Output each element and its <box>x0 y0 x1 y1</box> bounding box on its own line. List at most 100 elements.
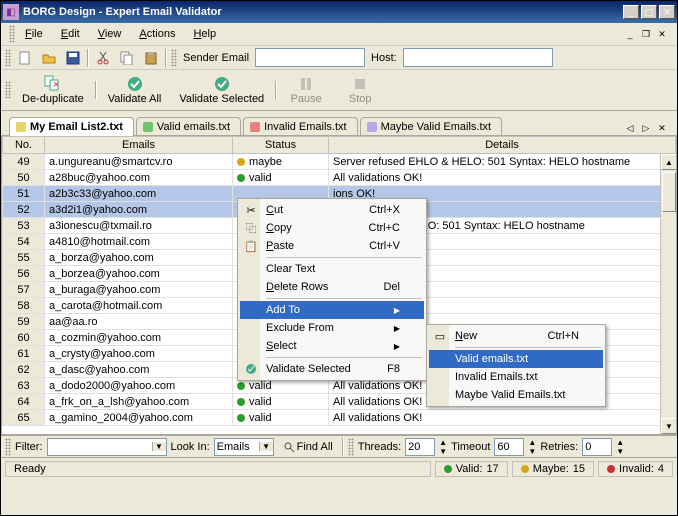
dedup-label: De-duplicate <box>22 93 84 105</box>
validate-all-button[interactable]: Validate All <box>101 73 169 107</box>
stop-button[interactable]: Stop <box>335 73 385 107</box>
pause-button[interactable]: Pause <box>281 73 331 107</box>
row-number: 63 <box>3 378 45 394</box>
sm-valid[interactable]: Valid emails.txt <box>429 350 603 368</box>
cm-cut[interactable]: ✂ CutCtrl+X <box>240 201 424 219</box>
cell-status: valid <box>233 410 329 426</box>
cm-select[interactable]: Select▶ <box>240 337 424 355</box>
threads-input[interactable] <box>405 438 435 456</box>
scroll-up-icon[interactable]: ▲ <box>661 154 677 170</box>
status-valid: Valid: 17 <box>435 461 508 477</box>
new-icon[interactable] <box>15 48 35 68</box>
tab[interactable]: Invalid Emails.txt <box>243 117 358 136</box>
table-row[interactable]: 49 a.ungureanu@smartcv.ro maybe Server r… <box>3 154 676 170</box>
vertical-scrollbar[interactable]: ▲ ▼ <box>660 154 676 434</box>
grip <box>171 49 177 67</box>
tab-label: My Email List2.txt <box>30 121 123 133</box>
col-emails[interactable]: Emails <box>45 137 233 154</box>
menu-help[interactable]: Help <box>185 26 224 42</box>
tab-prev-icon[interactable]: ◁ <box>623 121 637 135</box>
sm-invalid[interactable]: Invalid Emails.txt <box>429 368 603 386</box>
led-yellow-icon <box>521 465 529 473</box>
validate-selected-button[interactable]: Validate Selected <box>172 73 271 107</box>
maximize-button[interactable]: ▢ <box>641 5 657 19</box>
cm-clear[interactable]: Clear Text <box>240 260 424 278</box>
menu-actions[interactable]: Actions <box>131 26 183 42</box>
col-details[interactable]: Details <box>329 137 676 154</box>
sm-new[interactable]: ▭ NewCtrl+N <box>429 327 603 345</box>
threads-spinner[interactable]: ▲▼ <box>439 438 447 456</box>
row-number: 62 <box>3 362 45 378</box>
scroll-thumb[interactable] <box>662 172 676 212</box>
find-all-button[interactable]: Find All <box>278 437 338 457</box>
cm-validate-selected[interactable]: Validate SelectedF8 <box>240 360 424 378</box>
status-bar: Ready Valid: 17 Maybe: 15 Invalid: 4 <box>1 457 677 479</box>
save-icon[interactable] <box>63 48 83 68</box>
svg-text:×: × <box>53 79 59 91</box>
cell-email: a28buc@yahoo.com <box>45 170 233 186</box>
cell-email: a_borzea@yahoo.com <box>45 266 233 282</box>
cut-icon[interactable] <box>93 48 113 68</box>
menu-edit[interactable]: Edit <box>53 26 88 42</box>
row-number: 59 <box>3 314 45 330</box>
row-number: 51 <box>3 186 45 202</box>
menu-view[interactable]: View <box>90 26 130 42</box>
cell-details: Server refused EHLO & HELO: 501 Syntax: … <box>329 154 676 170</box>
close-button[interactable]: ✕ <box>659 5 675 19</box>
tab[interactable]: Valid emails.txt <box>136 117 241 136</box>
lookin-combo[interactable]: Emails▼ <box>214 438 274 456</box>
mdi-restore[interactable]: ❐ <box>639 28 653 40</box>
tab-label: Maybe Valid Emails.txt <box>381 121 491 133</box>
stop-label: Stop <box>349 93 372 105</box>
cm-copy[interactable]: ⿻ CopyCtrl+C <box>240 219 424 237</box>
menu-file[interactable]: File <box>17 26 51 42</box>
sender-email-input[interactable] <box>255 48 365 67</box>
timeout-label: Timeout <box>451 441 490 453</box>
status-led-icon <box>237 158 245 166</box>
table-row[interactable]: 65 a_gamino_2004@yahoo.com valid All val… <box>3 410 676 426</box>
sm-maybe[interactable]: Maybe Valid Emails.txt <box>429 386 603 404</box>
row-number: 55 <box>3 250 45 266</box>
paste-icon[interactable] <box>141 48 161 68</box>
title-bar: ◧ BORG Design - Expert Email Validator _… <box>1 1 677 23</box>
de-duplicate-button[interactable]: × De-duplicate <box>15 73 91 107</box>
scroll-down-icon[interactable]: ▼ <box>661 418 677 434</box>
retries-spinner[interactable]: ▲▼ <box>616 438 624 456</box>
copy-icon[interactable] <box>117 48 137 68</box>
tab[interactable]: My Email List2.txt <box>9 117 134 136</box>
open-icon[interactable] <box>39 48 59 68</box>
tab[interactable]: Maybe Valid Emails.txt <box>360 117 502 136</box>
cm-paste[interactable]: 📋 PasteCtrl+V <box>240 237 424 255</box>
col-no[interactable]: No. <box>3 137 45 154</box>
timeout-spinner[interactable]: ▲▼ <box>528 438 536 456</box>
filter-label: Filter: <box>15 441 43 453</box>
cell-email: a3d2i1@yahoo.com <box>45 202 233 218</box>
status-led-icon <box>237 398 245 406</box>
table-row[interactable]: 50 a28buc@yahoo.com valid All validation… <box>3 170 676 186</box>
filter-combo[interactable]: ▼ <box>47 438 167 456</box>
cm-add-to[interactable]: Add To▶ <box>240 301 424 319</box>
tab-close-icon[interactable]: ✕ <box>655 121 669 135</box>
retries-input[interactable] <box>582 438 612 456</box>
tab-label: Valid emails.txt <box>157 121 230 133</box>
minimize-button[interactable]: _ <box>623 5 639 19</box>
mdi-minimize[interactable]: _ <box>623 28 637 40</box>
host-input[interactable] <box>403 48 553 67</box>
col-status[interactable]: Status <box>233 137 329 154</box>
validate-all-label: Validate All <box>108 93 162 105</box>
cell-status: maybe <box>233 154 329 170</box>
cell-status: valid <box>233 394 329 410</box>
status-led-icon <box>237 382 245 390</box>
led-red-icon <box>607 465 615 473</box>
cell-email: a3ionescu@txmail.ro <box>45 218 233 234</box>
cell-email: a_cozmin@yahoo.com <box>45 330 233 346</box>
cell-email: a_dodo2000@yahoo.com <box>45 378 233 394</box>
mdi-close[interactable]: ✕ <box>655 28 669 40</box>
cm-delete[interactable]: Delete RowsDel <box>240 278 424 296</box>
tab-dot-icon <box>16 122 26 132</box>
cell-email: a_borza@yahoo.com <box>45 250 233 266</box>
tab-next-icon[interactable]: ▷ <box>639 121 653 135</box>
dedup-icon: × <box>44 75 62 93</box>
timeout-input[interactable] <box>494 438 524 456</box>
cm-exclude[interactable]: Exclude From▶ <box>240 319 424 337</box>
